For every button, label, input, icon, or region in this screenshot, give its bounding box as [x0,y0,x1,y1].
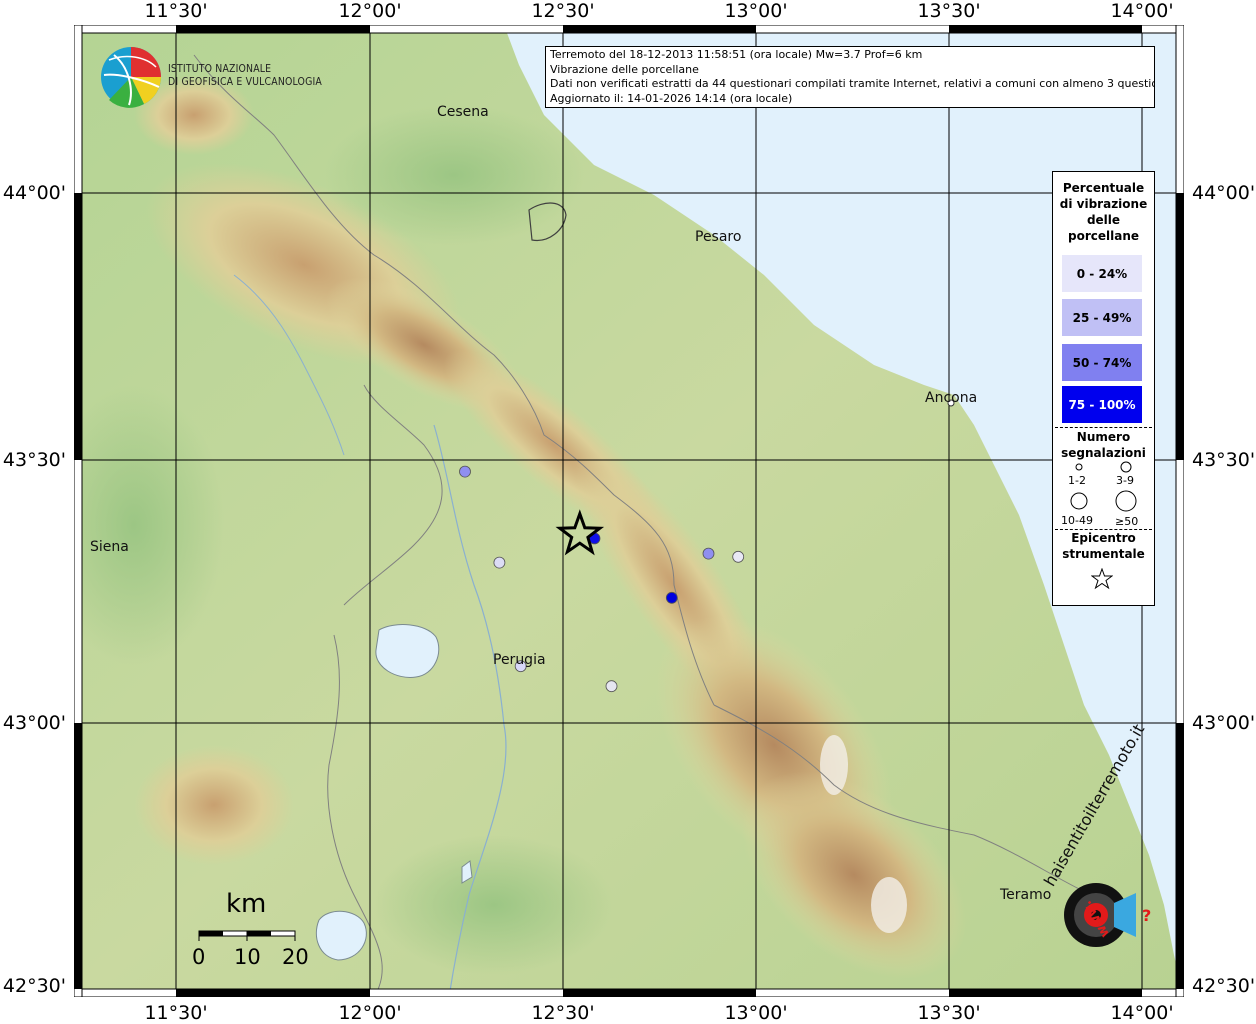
legend-title-line: porcellane [1067,229,1139,243]
city-label-perugia: Perugia [493,652,546,668]
lon-tick-bottom: 11°30' [144,1002,208,1024]
lon-tick-top: 13°30' [917,0,981,22]
lat-tick-right: 42°30' [1192,975,1256,997]
lat-tick-right: 44°00' [1192,182,1256,204]
legend-epicenter-title: Epicentro [1071,531,1136,545]
legend-panel: Percentuale di vibrazione delle porcella… [1052,171,1155,606]
city-label-ancona: Ancona [925,390,978,406]
relief [820,735,848,795]
scale-unit: km [226,889,267,919]
intensity-point[interactable] [605,680,618,693]
event-data-note: Dati non verificati estratti da 44 quest… [550,77,1155,90]
lon-tick-bottom: 12°00' [338,1002,402,1024]
legend-epicenter-title: strumentale [1062,547,1145,561]
legend-star-icon [1091,568,1113,590]
legend-class-75-100: 75 - 100% [1062,386,1142,423]
lon-tick-top: 12°30' [531,0,595,22]
event-title: Terremoto del 18-12-2013 11:58:51 (ora l… [550,48,923,61]
legend-title-line: di vibrazione [1059,197,1148,211]
lon-tick-top: 11°30' [144,0,208,22]
legend-size-1-2: 1-2 [1068,474,1086,487]
legend-size-50: ≥50 [1115,515,1139,528]
lon-tick-top: 12°00' [338,0,402,22]
intensity-point[interactable] [493,556,506,569]
legend-title-line: delle [1086,213,1121,227]
legend-size-symbols [1070,461,1137,512]
lon-tick-bottom: 12°30' [531,1002,595,1024]
lat-tick-right: 43°00' [1192,712,1256,734]
intensity-point[interactable] [732,550,745,563]
city-label-cesena: Cesena [437,104,489,120]
institute-name-line1: ISTITUTO NAZIONALE [168,62,272,75]
lon-tick-bottom: 14°00' [1110,1002,1174,1024]
legend-class-50-74: 50 - 74% [1062,344,1142,381]
intensity-point[interactable] [665,591,678,604]
city-label-teramo: Teramo [1000,887,1052,903]
lat-tick-left: 43°30' [2,449,66,471]
lat-tick-left: 44°00' [2,182,66,204]
scale-tick-0: 0 [192,945,206,969]
svg-text:?: ? [1142,906,1151,925]
map-canvas: ? [74,25,1184,997]
legend-size-3-9: 3-9 [1116,474,1134,487]
lat-tick-left: 43°00' [2,712,66,734]
relief [324,105,584,245]
relief [134,745,294,865]
lon-tick-bottom: 13°00' [724,1002,788,1024]
city-label-siena: Siena [90,539,129,555]
institute-name: ISTITUTO NAZIONALE DI GEOFISICA E VULCAN… [168,62,322,88]
relief [871,877,907,933]
legend-size-10-49: 10-49 [1061,514,1093,527]
legend-count-title: Numero [1076,430,1131,444]
institute-name-line2: DI GEOFISICA E VULCANOLOGIA [168,75,323,88]
relief [374,835,614,975]
city-label-pesaro: Pesaro [695,229,742,245]
intensity-point[interactable] [459,465,471,478]
lon-tick-top: 14°00' [1110,0,1174,22]
event-subtitle: Vibrazione delle porcellane [550,62,699,76]
legend-title-line: Percentuale [1062,181,1145,195]
intensity-point[interactable] [702,547,715,560]
lat-tick-right: 43°30' [1192,449,1256,471]
event-info-box: Terremoto del 18-12-2013 11:58:51 (ora l… [545,46,1155,108]
lon-tick-top: 13°00' [724,0,788,22]
lake-trasimeno [375,624,440,678]
scale-tick-20: 20 [282,945,309,969]
legend-class-0-24: 0 - 24% [1062,255,1142,292]
legend-separator [1055,427,1152,428]
event-updated: Aggiornato il: 14-01-2026 14:14 (ora loc… [550,91,793,105]
legend-class-25-49: 25 - 49% [1062,299,1142,336]
scale-tick-10: 10 [234,945,261,969]
lat-tick-left: 42°30' [2,975,66,997]
lon-tick-bottom: 13°30' [917,1002,981,1024]
